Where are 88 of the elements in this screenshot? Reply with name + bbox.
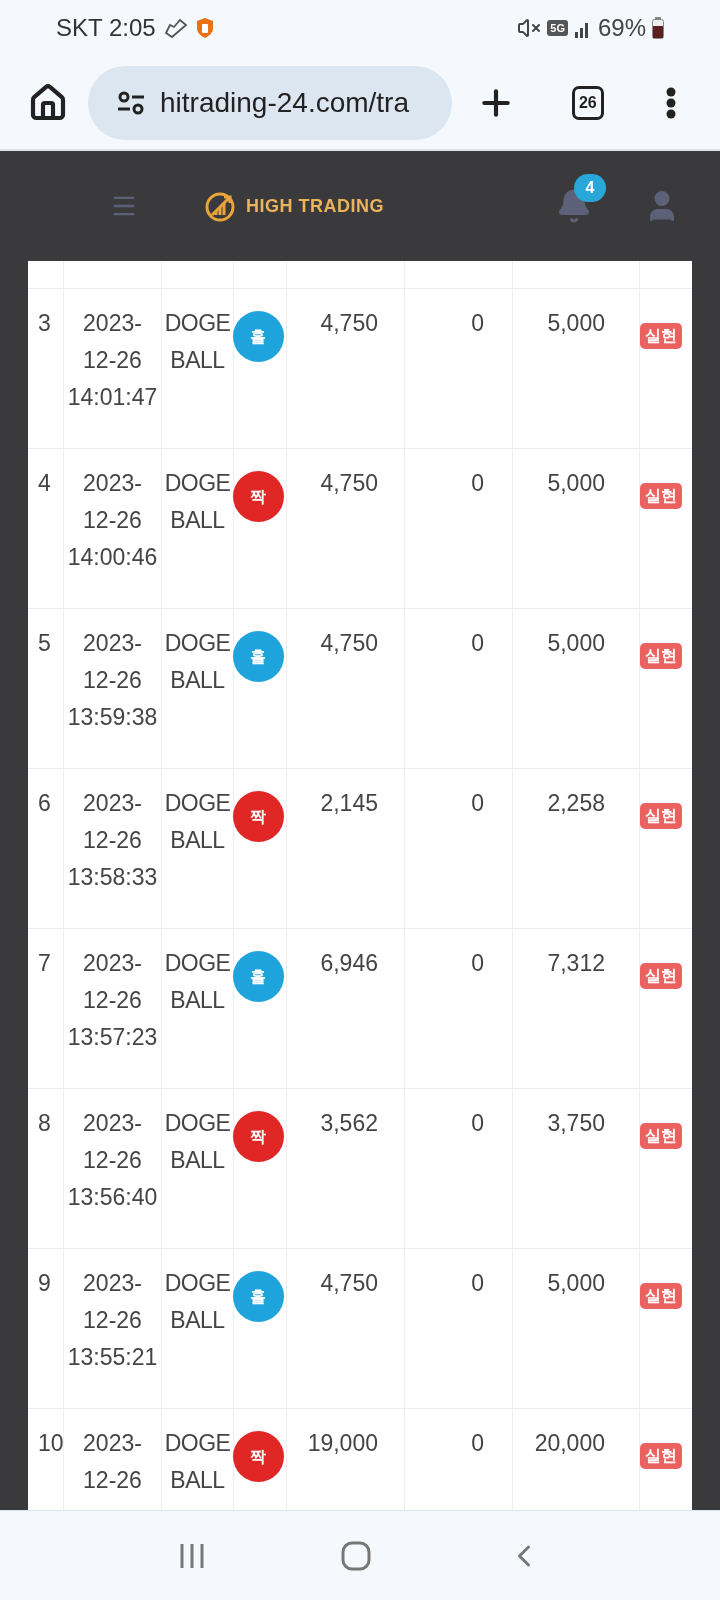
brand-name: HIGH TRADING <box>246 194 384 218</box>
trade-time: 13:55:21 <box>67 1343 158 1372</box>
trade-time: 13:57:23 <box>67 1023 158 1052</box>
fee: 0 <box>471 1430 484 1456</box>
total-amount: 5,000 <box>547 630 605 656</box>
carrier-time: SKT 2:05 <box>56 13 156 43</box>
trade-date: 2023-12-26 <box>82 1429 143 1495</box>
home-icon <box>28 82 68 123</box>
amount: 19,000 <box>307 1430 378 1456</box>
ball-result: 홀 <box>232 951 284 1002</box>
ball-result: 짝 <box>232 791 284 842</box>
row-number: 7 <box>38 950 51 976</box>
tab-count-button[interactable]: 26 <box>571 85 604 120</box>
total-amount: 2,258 <box>547 790 605 816</box>
coin-name: DOGE BALL <box>163 629 232 695</box>
total-amount: 3,750 <box>547 1110 605 1136</box>
ball-result: 짝 <box>232 1111 284 1162</box>
status-badge: 실현 <box>640 1123 682 1149</box>
shield-icon <box>195 17 214 39</box>
amount: 4,750 <box>320 470 378 496</box>
ball-result: 홀 <box>232 1271 284 1322</box>
battery-percent: 69% <box>597 13 646 43</box>
total-amount: 5,000 <box>547 470 605 496</box>
coin-name: DOGE BALL <box>163 469 232 535</box>
total-amount: 20,000 <box>534 1430 605 1456</box>
url-text: hitrading-24.com/tra <box>160 85 409 120</box>
fee: 0 <box>471 790 484 816</box>
network-type: 5G <box>547 19 568 37</box>
coin-name: DOGE BALL <box>163 1109 232 1175</box>
status-badge: 실현 <box>640 643 682 669</box>
status-badge: 실현 <box>640 483 682 509</box>
amount: 6,946 <box>320 950 378 976</box>
ball-result: 짝 <box>232 471 284 522</box>
fee: 0 <box>471 470 484 496</box>
status-badge: 실현 <box>640 963 682 989</box>
trade-date: 2023-12-26 <box>82 309 143 375</box>
ball-result: 홀 <box>232 311 284 362</box>
total-amount: 5,000 <box>547 1270 605 1296</box>
trade-date: 2023-12-26 <box>82 469 143 535</box>
amount: 4,750 <box>320 630 378 656</box>
status-badge: 실현 <box>640 1283 682 1309</box>
notification-badge: 4 <box>574 174 606 202</box>
trade-time: 13:56:40 <box>67 1183 158 1212</box>
row-number: 5 <box>38 630 51 656</box>
amount: 4,750 <box>320 310 378 336</box>
total-amount: 7,312 <box>547 950 605 976</box>
coin-name: DOGE BALL <box>163 789 232 855</box>
fee: 0 <box>471 630 484 656</box>
amount: 3,562 <box>320 1110 378 1136</box>
trade-time: 14:01:47 <box>67 383 158 412</box>
coin-name: DOGE BALL <box>163 1429 232 1495</box>
row-number: 6 <box>38 790 51 816</box>
mute-icon <box>517 16 542 40</box>
fee: 0 <box>471 950 484 976</box>
row-number: 4 <box>38 470 51 496</box>
trade-date: 2023-12-26 <box>82 949 143 1015</box>
more-icon <box>666 86 676 119</box>
fee: 0 <box>471 310 484 336</box>
row-number: 8 <box>38 1110 51 1136</box>
trade-time: 13:58:33 <box>67 863 158 892</box>
amount: 2,145 <box>320 790 378 816</box>
status-badge: 실현 <box>640 803 682 829</box>
fee: 0 <box>471 1110 484 1136</box>
coin-name: DOGE BALL <box>163 309 232 375</box>
coin-name: DOGE BALL <box>163 949 232 1015</box>
trade-date: 2023-12-26 <box>82 1269 143 1335</box>
fee: 0 <box>471 1270 484 1296</box>
battery-icon <box>652 17 664 39</box>
trade-time: 13:59:38 <box>67 703 158 732</box>
address-bar[interactable]: hitrading-24.com/tra <box>88 65 452 140</box>
row-number: 9 <box>38 1270 51 1296</box>
trade-time: 14:00:46 <box>67 543 158 572</box>
trade-date: 2023-12-26 <box>82 789 143 855</box>
status-badge: 실현 <box>640 1443 682 1469</box>
ball-result: 홀 <box>232 631 284 682</box>
site-settings-icon <box>116 89 146 116</box>
status-badge: 실현 <box>640 323 682 349</box>
row-number: 3 <box>38 310 51 336</box>
row-number: 10 <box>38 1430 64 1456</box>
home-nav-icon[interactable] <box>341 1540 371 1571</box>
trade-date: 2023-12-26 <box>82 629 143 695</box>
trade-date: 2023-12-26 <box>82 1109 143 1175</box>
ball-result: 짝 <box>232 1431 284 1482</box>
home-button[interactable] <box>28 82 68 123</box>
total-amount: 5,000 <box>547 310 605 336</box>
menu-button[interactable] <box>666 86 676 119</box>
coin-name: DOGE BALL <box>163 1269 232 1335</box>
amount: 4,750 <box>320 1270 378 1296</box>
